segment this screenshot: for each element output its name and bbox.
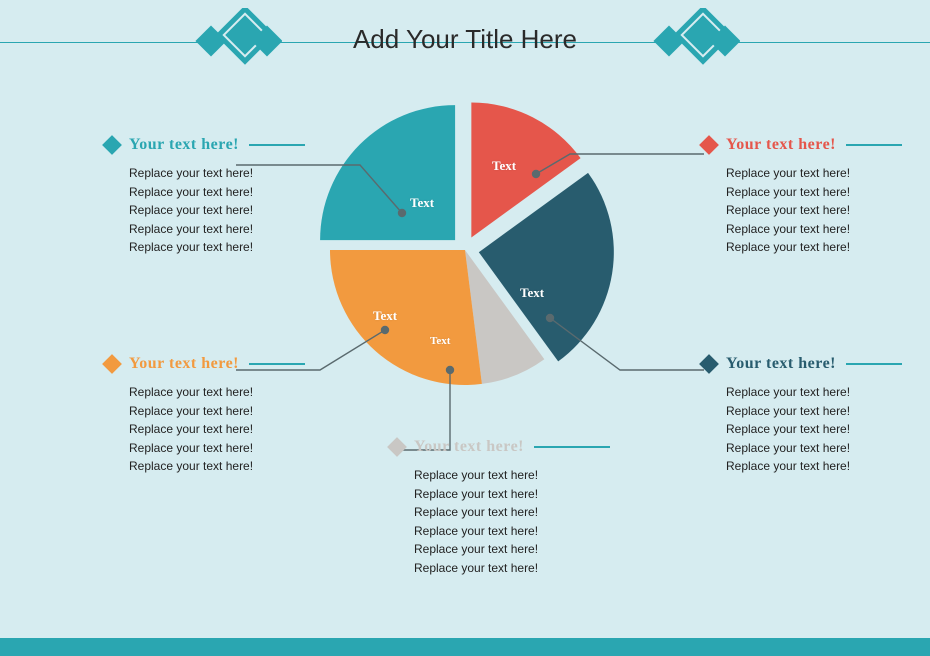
callout-body: Replace your text here!Replace your text… [105, 154, 305, 257]
callout-line: Replace your text here! [726, 420, 902, 439]
callout-body: Replace your text here!Replace your text… [702, 373, 902, 476]
callout-line: Replace your text here! [129, 457, 305, 476]
callout-body: Replace your text here!Replace your text… [105, 373, 305, 476]
callout-line: Replace your text here! [129, 439, 305, 458]
footer-bar [0, 638, 930, 656]
callout-dark: Your text here! Replace your text here!R… [702, 355, 902, 476]
diamond-icon [102, 135, 122, 155]
callout-line: Replace your text here! [129, 402, 305, 421]
callout-line: Replace your text here! [129, 201, 305, 220]
callout-heading: Your text here! [129, 355, 239, 373]
callout-line: Replace your text here! [726, 201, 902, 220]
callout-line: Replace your text here! [726, 238, 902, 257]
callout-line: Replace your text here! [129, 383, 305, 402]
callout-line: Replace your text here! [129, 220, 305, 239]
callout-line: Replace your text here! [726, 164, 902, 183]
callout-body: Replace your text here!Replace your text… [390, 456, 610, 578]
callout-heading: Your text here! [414, 438, 524, 456]
callout-line: Replace your text here! [414, 559, 610, 578]
callout-line: Replace your text here! [726, 457, 902, 476]
callout-line: Replace your text here! [726, 383, 902, 402]
callout-line: Replace your text here! [414, 540, 610, 559]
callout-line: Replace your text here! [129, 420, 305, 439]
callout-line: Replace your text here! [129, 238, 305, 257]
callout-line: Replace your text here! [414, 466, 610, 485]
callout-line: Replace your text here! [726, 439, 902, 458]
callout-line: Replace your text here! [726, 220, 902, 239]
diamond-icon [699, 135, 719, 155]
callout-heading: Your text here! [726, 355, 836, 373]
callout-body: Replace your text here!Replace your text… [702, 154, 902, 257]
callout-orange: Your text here! Replace your text here!R… [105, 355, 305, 476]
callout-line: Replace your text here! [129, 183, 305, 202]
callout-line: Replace your text here! [414, 503, 610, 522]
diamond-icon [699, 354, 719, 374]
callout-line: Replace your text here! [414, 522, 610, 541]
callout-heading: Your text here! [726, 136, 836, 154]
callout-heading: Your text here! [129, 136, 239, 154]
callout-grey: Your text here! Replace your text here!R… [390, 438, 610, 578]
diamond-icon [387, 437, 407, 457]
callout-teal: Your text here! Replace your text here!R… [105, 136, 305, 257]
callout-line: Replace your text here! [129, 164, 305, 183]
callout-red: Your text here! Replace your text here!R… [702, 136, 902, 257]
callout-line: Replace your text here! [726, 183, 902, 202]
callout-line: Replace your text here! [414, 485, 610, 504]
diamond-icon [102, 354, 122, 374]
callout-line: Replace your text here! [726, 402, 902, 421]
